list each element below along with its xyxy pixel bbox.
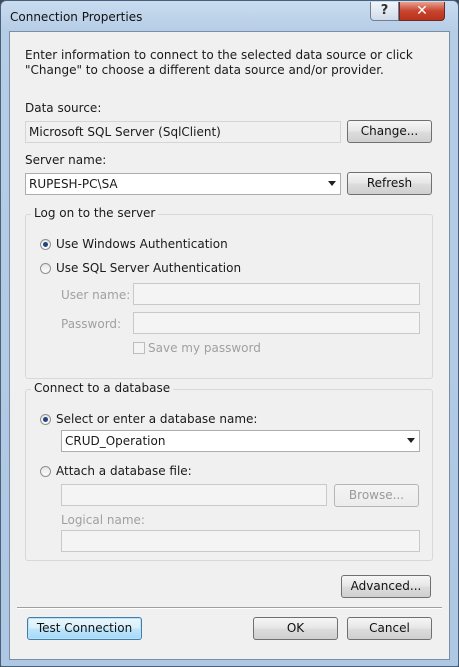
logon-group-title: Log on to the server xyxy=(31,206,159,220)
attach-file-radio[interactable] xyxy=(40,466,51,477)
change-button[interactable]: Change... xyxy=(347,120,432,143)
select-database-label[interactable]: Select or enter a database name: xyxy=(56,412,257,426)
attach-file-label[interactable]: Attach a database file: xyxy=(56,464,192,478)
cancel-button[interactable]: Cancel xyxy=(347,617,432,640)
test-connection-button[interactable]: Test Connection xyxy=(27,617,142,640)
server-name-value: RUPESH-PC\SA xyxy=(29,177,118,191)
close-button[interactable]: ✕ xyxy=(399,2,445,21)
attach-file-input[interactable] xyxy=(61,484,327,506)
refresh-button[interactable]: Refresh xyxy=(347,172,432,195)
logical-name-input[interactable] xyxy=(61,530,420,552)
title-bar[interactable]: Connection Properties ? ✕ xyxy=(1,1,458,31)
sql-auth-label[interactable]: Use SQL Server Authentication xyxy=(56,261,241,275)
dialog-title: Connection Properties xyxy=(10,10,143,24)
data-source-label: Data source: xyxy=(25,101,102,115)
save-password-label: Save my password xyxy=(148,341,261,355)
username-input[interactable] xyxy=(133,283,420,305)
data-source-field: Microsoft SQL Server (SqlClient) xyxy=(25,121,341,143)
save-password-checkbox[interactable] xyxy=(133,342,145,354)
windows-auth-radio[interactable] xyxy=(40,239,51,250)
sql-auth-radio[interactable] xyxy=(40,263,51,274)
password-input[interactable] xyxy=(133,312,420,334)
logical-name-label: Logical name: xyxy=(61,513,145,527)
select-database-radio[interactable] xyxy=(40,414,51,425)
ok-button[interactable]: OK xyxy=(253,617,338,640)
username-label: User name: xyxy=(61,288,131,302)
server-name-label: Server name: xyxy=(25,153,107,167)
connection-properties-dialog: Connection Properties ? ✕ Enter informat… xyxy=(0,0,459,667)
database-name-combo[interactable]: CRUD_Operation xyxy=(61,430,420,452)
footer-divider xyxy=(17,607,442,609)
database-name-value: CRUD_Operation xyxy=(65,434,166,448)
windows-auth-label[interactable]: Use Windows Authentication xyxy=(56,237,228,251)
intro-text: Enter information to connect to the sele… xyxy=(25,48,413,77)
server-name-combo[interactable]: RUPESH-PC\SA xyxy=(25,173,341,195)
advanced-button[interactable]: Advanced... xyxy=(341,575,431,598)
password-label: Password: xyxy=(61,317,122,331)
help-button[interactable]: ? xyxy=(370,2,399,21)
browse-button[interactable]: Browse... xyxy=(334,484,419,507)
database-group-title: Connect to a database xyxy=(31,381,174,395)
dialog-body: Enter information to connect to the sele… xyxy=(9,31,450,660)
chevron-down-icon[interactable] xyxy=(328,181,336,186)
chevron-down-icon[interactable] xyxy=(407,438,415,443)
